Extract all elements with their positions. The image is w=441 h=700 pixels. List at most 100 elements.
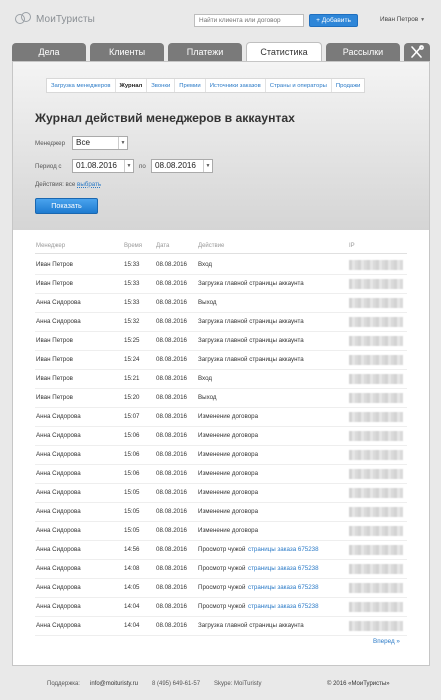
search-input[interactable]	[194, 14, 304, 27]
cell-ip-blurred	[349, 488, 403, 498]
column-header-manager: Менеджер	[36, 243, 66, 249]
cell-date: 08.08.2016	[156, 527, 187, 534]
cell-date: 08.08.2016	[156, 451, 187, 458]
cell-time: 14:08	[124, 565, 140, 572]
cell-action: Просмотр чужой	[198, 565, 246, 572]
cell-date: 08.08.2016	[156, 280, 187, 287]
table-row: Анна Сидорова 15:06 08.08.2016 Изменение до…	[35, 427, 407, 446]
logo-text: МоиТуристы	[36, 13, 95, 25]
order-page-link[interactable]: страницы заказа 675238	[248, 565, 319, 572]
cell-action: Загрузка главной страницы аккаунта	[198, 337, 304, 344]
table-row: Анна Сидорова 14:04 08.08.2016 Просмотр чуж…	[35, 598, 407, 617]
table-row: Иван Петров 15:33 08.08.2016 Загрузка главн…	[35, 275, 407, 294]
cell-ip-blurred	[349, 298, 403, 308]
cell-manager: Анна Сидорова	[36, 527, 81, 534]
cell-manager: Иван Петров	[36, 356, 73, 363]
cell-ip-blurred	[349, 583, 403, 593]
cell-manager: Анна Сидорова	[36, 451, 81, 458]
cell-time: 15:24	[124, 356, 140, 363]
show-button[interactable]: Показать	[35, 198, 98, 214]
cell-manager: Анна Сидорова	[36, 413, 81, 420]
column-header-time: Время	[124, 243, 143, 249]
table-row: Иван Петров 15:25 08.08.2016 Загрузка главн…	[35, 332, 407, 351]
cell-date: 08.08.2016	[156, 584, 187, 591]
copyright: © 2016 «МоиТуристы»	[327, 681, 390, 687]
subtab-manager-load[interactable]: Загрузка менеджеров	[47, 79, 116, 92]
chevron-down-icon: ▼	[124, 160, 133, 172]
cell-time: 15:20	[124, 394, 140, 401]
user-menu[interactable]: Иван Петров ▼	[380, 16, 425, 23]
table-row: Анна Сидорова 15:32 08.08.2016 Загрузка гла…	[35, 313, 407, 332]
subtab-order-sources[interactable]: Источники заказов	[206, 79, 266, 92]
subtab-calls[interactable]: Звонки	[147, 79, 176, 92]
subtab-journal[interactable]: Журнал	[116, 79, 148, 92]
cell-action: Просмотр чужой	[198, 584, 246, 591]
tab-settings[interactable]	[404, 43, 430, 61]
cell-ip-blurred	[349, 355, 403, 365]
table-row: Иван Петров 15:33 08.08.2016 Вход	[35, 256, 407, 275]
tab-dela[interactable]: Дела	[12, 43, 86, 61]
column-header-action: Действие	[198, 243, 225, 249]
cell-date: 08.08.2016	[156, 603, 187, 610]
tab-statistics[interactable]: Статистика	[246, 42, 322, 62]
subtab-sales[interactable]: Продажи	[332, 79, 365, 92]
cell-action: Изменение договора	[198, 489, 259, 496]
cell-time: 15:32	[124, 318, 140, 325]
cell-manager: Анна Сидорова	[36, 432, 81, 439]
column-header-date: Дата	[156, 243, 170, 249]
support-email[interactable]: info@moituristy.ru	[90, 681, 138, 687]
tab-clients[interactable]: Клиенты	[90, 43, 164, 61]
cell-time: 15:06	[124, 451, 140, 458]
manager-select[interactable]: Все ▼	[72, 136, 128, 150]
tab-payments[interactable]: Платежи	[168, 43, 242, 61]
order-page-link[interactable]: страницы заказа 675238	[248, 603, 319, 610]
add-button[interactable]: + Добавить	[309, 14, 358, 27]
actions-choose-link[interactable]: выбрать	[77, 181, 101, 188]
cell-action: Загрузка главной страницы аккаунта	[198, 280, 304, 287]
period-to-select[interactable]: 08.08.2016 ▼	[151, 159, 213, 173]
order-page-link[interactable]: страницы заказа 675238	[248, 546, 319, 553]
cell-ip-blurred	[349, 469, 403, 479]
cell-action: Загрузка главной страницы аккаунта	[198, 622, 304, 629]
table-row: Анна Сидорова 15:05 08.08.2016 Изменение до…	[35, 484, 407, 503]
cell-time: 15:33	[124, 261, 140, 268]
period-from-select[interactable]: 01.08.2016 ▼	[72, 159, 134, 173]
cell-action: Просмотр чужой	[198, 603, 246, 610]
cell-date: 08.08.2016	[156, 318, 187, 325]
cell-date: 08.08.2016	[156, 375, 187, 382]
logo[interactable]: МоиТуристы	[15, 11, 95, 27]
tab-mailings[interactable]: Рассылки	[326, 43, 400, 61]
cell-action: Вход	[198, 261, 212, 268]
cell-ip-blurred	[349, 260, 403, 270]
cell-action: Загрузка главной страницы аккаунта	[198, 356, 304, 363]
cell-time: 15:06	[124, 470, 140, 477]
cell-time: 14:56	[124, 546, 140, 553]
table-row: Иван Петров 15:24 08.08.2016 Загрузка главн…	[35, 351, 407, 370]
actions-label: Действия: все	[35, 181, 76, 188]
table-row: Анна Сидорова 14:05 08.08.2016 Просмотр чуж…	[35, 579, 407, 598]
cell-manager: Иван Петров	[36, 375, 73, 382]
cell-action: Изменение договора	[198, 527, 259, 534]
cell-time: 15:07	[124, 413, 140, 420]
footer: Поддержка: info@moituristy.ru 8 (495) 64…	[0, 676, 441, 696]
table-header: Менеджер Время Дата Действие IP	[35, 243, 407, 254]
table-row: Анна Сидорова 15:07 08.08.2016 Изменение до…	[35, 408, 407, 427]
cell-ip-blurred	[349, 336, 403, 346]
chevron-down-icon: ▼	[203, 160, 212, 172]
actions-filter: Действия: все выбрать	[35, 181, 101, 188]
table-row: Анна Сидорова 15:05 08.08.2016 Изменение до…	[35, 503, 407, 522]
next-page-link[interactable]: Вперед »	[373, 638, 400, 645]
cell-action: Изменение договора	[198, 470, 259, 477]
table-row: Иван Петров 15:20 08.08.2016 Выход	[35, 389, 407, 408]
subtab-countries-operators[interactable]: Страны и операторы	[266, 79, 332, 92]
cell-time: 15:21	[124, 375, 140, 382]
support-phone: 8 (495) 649-61-57	[152, 681, 201, 687]
cell-manager: Иван Петров	[36, 394, 73, 401]
subtab-bonuses[interactable]: Премии	[175, 79, 206, 92]
cell-action: Изменение договора	[198, 413, 259, 420]
cell-ip-blurred	[349, 317, 403, 327]
manager-label: Менеджер	[35, 140, 66, 147]
cell-date: 08.08.2016	[156, 508, 187, 515]
order-page-link[interactable]: страницы заказа 675238	[248, 584, 319, 591]
cell-time: 15:25	[124, 337, 140, 344]
